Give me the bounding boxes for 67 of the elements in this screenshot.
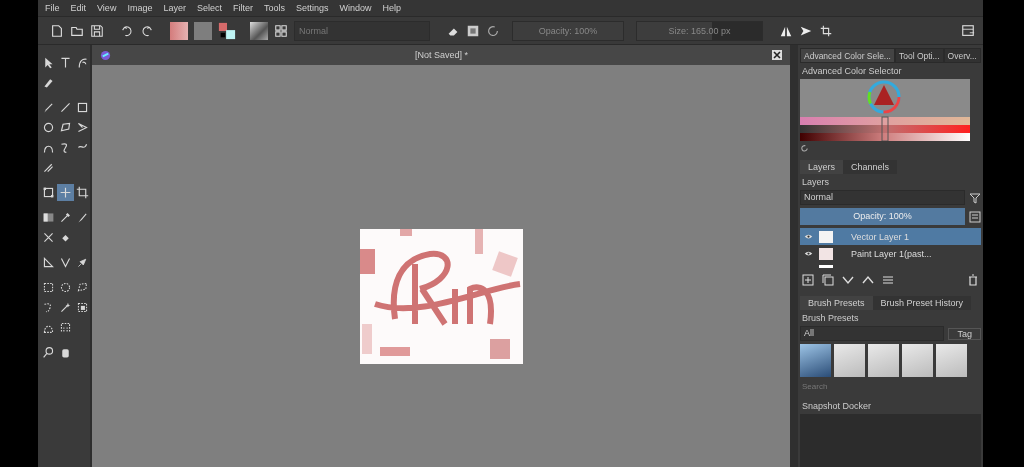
menu-item[interactable]: Edit [70,3,87,13]
grid-icon[interactable] [274,23,288,38]
brush-preset-thumbnail[interactable] [902,344,933,377]
document-title: [Not Saved] * [414,50,469,60]
refresh-icon[interactable] [800,144,809,153]
brush-preset-thumbnail[interactable] [868,344,899,377]
eye-icon[interactable] [804,250,813,257]
wrap-icon[interactable] [819,23,833,38]
panel-title: Advanced Color Selector [801,66,903,76]
crop-icon[interactable] [74,184,91,201]
filter-icon[interactable] [969,191,981,204]
layer-thumbnail [819,247,833,260]
chevron-up-icon[interactable] [862,274,874,286]
layer-row[interactable]: Paint Layer 1(past... [800,245,981,262]
docker-tab[interactable]: Brush Presets [800,296,873,310]
reload-icon[interactable] [486,23,500,38]
close-icon [773,51,781,59]
menu-item[interactable]: Window [339,3,372,13]
opacity-label: Opacity: 100% [852,211,913,221]
close-button[interactable] [772,50,782,60]
docker-tab[interactable]: Layers [800,160,843,174]
workspace-icon[interactable] [961,23,975,38]
add-layer-icon[interactable] [802,274,814,286]
trash-icon[interactable] [967,274,979,286]
brush-preset-thumbnail[interactable] [936,344,967,377]
menu-item[interactable]: Tools [263,3,285,13]
undo-icon[interactable] [120,23,134,38]
menu-item[interactable]: Image [127,3,153,13]
docker-tab[interactable]: Brush Preset History [872,296,972,310]
color-swatches-icon[interactable] [218,21,236,40]
brush-preset-thumbnail[interactable] [800,344,831,377]
menu-item[interactable]: Settings [295,3,329,13]
chevron-down-icon[interactable] [842,274,854,286]
brush-preset-thumbnail[interactable] [834,344,865,377]
save-icon[interactable] [90,23,104,38]
docker-tab[interactable]: Channels [843,160,898,174]
new-document-icon[interactable] [50,23,64,38]
menu-item[interactable]: Filter [232,3,253,13]
app-logo-icon [100,49,111,61]
color-selector-drawing[interactable] [800,79,970,141]
gradient-swatch[interactable] [170,21,188,40]
pattern-swatch[interactable] [194,21,212,40]
redo-icon[interactable] [140,23,154,38]
opacity-slider[interactable]: Opacity: 100% [800,208,965,225]
duplicate-icon[interactable] [822,274,834,286]
docker-tab[interactable]: Tool Opti... [894,48,944,63]
menu-item[interactable]: View [97,3,117,13]
brush-preset-thumbnail[interactable] [250,21,268,40]
layer-properties-icon[interactable] [969,210,981,223]
filter-dropdown[interactable]: All [800,326,945,341]
checker-icon[interactable] [466,23,480,38]
layer-name: Vector Layer 1 [851,231,910,242]
menu-item[interactable]: File [45,3,60,13]
menu-item[interactable]: Help [382,3,401,13]
layer-name: Paint Layer 1(past... [851,248,932,259]
menu-item[interactable]: Select [196,3,222,13]
panel-title: Layers [801,177,830,187]
docker-tab[interactable]: Advanced Color Sele... [800,48,895,63]
layer-thumbnail [819,230,833,243]
panel-title: Brush Presets [801,313,860,323]
menu-item[interactable]: Layer [163,3,186,13]
layer-row[interactable]: Vector Layer 1 [800,228,981,245]
panel-title: Snapshot Docker [801,401,873,411]
tag-button[interactable]: Tag [948,327,981,340]
sliders-icon[interactable] [882,274,894,286]
blend-mode-dropdown[interactable]: Normal [800,190,965,205]
docker-tab[interactable]: Overv... [943,48,981,63]
